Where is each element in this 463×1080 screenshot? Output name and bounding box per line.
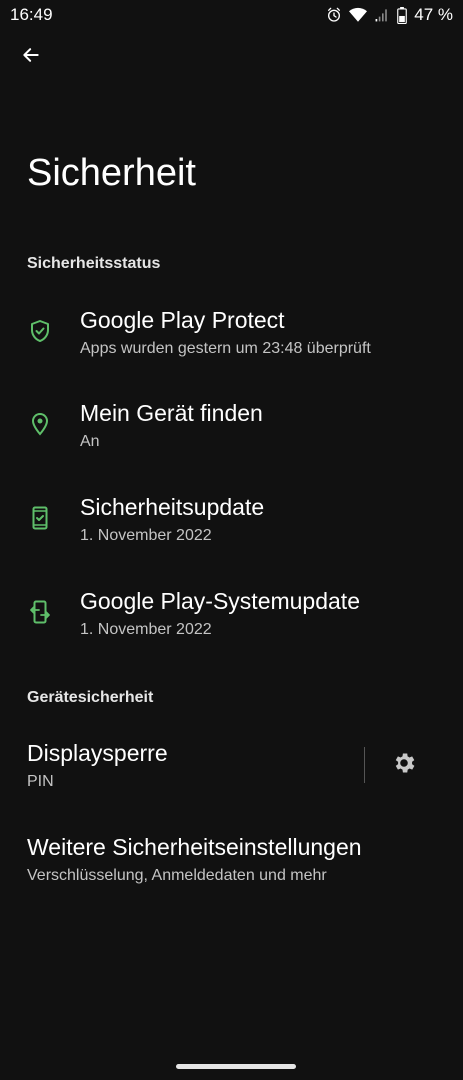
- phone-update-icon: [28, 600, 52, 624]
- item-title: Mein Gerät finden: [80, 400, 263, 426]
- battery-level: 47 %: [414, 5, 453, 24]
- item-title: Sicherheitsupdate: [80, 494, 265, 520]
- status-time: 16:49: [10, 5, 53, 24]
- screen-lock-settings-button[interactable]: [390, 751, 418, 779]
- item-subtitle: 1. November 2022: [80, 621, 212, 638]
- phone-check-icon: [28, 506, 52, 530]
- item-subtitle: 1. November 2022: [80, 527, 212, 544]
- status-icons: 47 %: [326, 5, 453, 25]
- page-title: Sicherheit: [27, 152, 196, 194]
- list-item-find-my-device[interactable]: Mein Gerät finden An: [0, 400, 463, 480]
- item-title: Displaysperre: [27, 740, 168, 766]
- vertical-divider: [364, 747, 365, 783]
- battery-icon: [397, 6, 408, 24]
- signal-icon: [374, 7, 390, 23]
- alarm-icon: [326, 7, 342, 23]
- shield-check-icon: [28, 319, 52, 343]
- item-title: Google Play Protect: [80, 307, 285, 333]
- item-subtitle: Verschlüsselung, Anmeldedaten und mehr: [27, 867, 327, 884]
- arrow-left-icon: [21, 45, 41, 70]
- list-item-google-play-system-update[interactable]: Google Play-Systemupdate 1. November 202…: [0, 588, 463, 668]
- section-header-device-security: Gerätesicherheit: [27, 689, 154, 706]
- list-item-more-security-settings[interactable]: Weitere Sicherheitseinstellungen Verschl…: [0, 834, 463, 904]
- list-item-security-update[interactable]: Sicherheitsupdate 1. November 2022: [0, 494, 463, 574]
- status-bar: 16:49 47 %: [0, 0, 463, 30]
- gesture-nav-handle[interactable]: [176, 1064, 296, 1069]
- item-title: Weitere Sicherheitseinstellungen: [27, 834, 362, 860]
- item-title: Google Play-Systemupdate: [80, 588, 360, 614]
- list-item-google-play-protect[interactable]: Google Play Protect Apps wurden gestern …: [0, 307, 463, 387]
- section-header-security-status: Sicherheitsstatus: [27, 255, 161, 272]
- location-pin-icon: [28, 412, 52, 436]
- gear-icon: [391, 750, 417, 781]
- list-item-screen-lock[interactable]: Displaysperre PIN: [0, 740, 360, 810]
- item-subtitle: PIN: [27, 773, 54, 790]
- item-subtitle: Apps wurden gestern um 23:48 überprüft: [80, 340, 371, 357]
- wifi-icon: [349, 7, 368, 23]
- item-subtitle: An: [80, 433, 100, 450]
- back-button[interactable]: [16, 42, 46, 72]
